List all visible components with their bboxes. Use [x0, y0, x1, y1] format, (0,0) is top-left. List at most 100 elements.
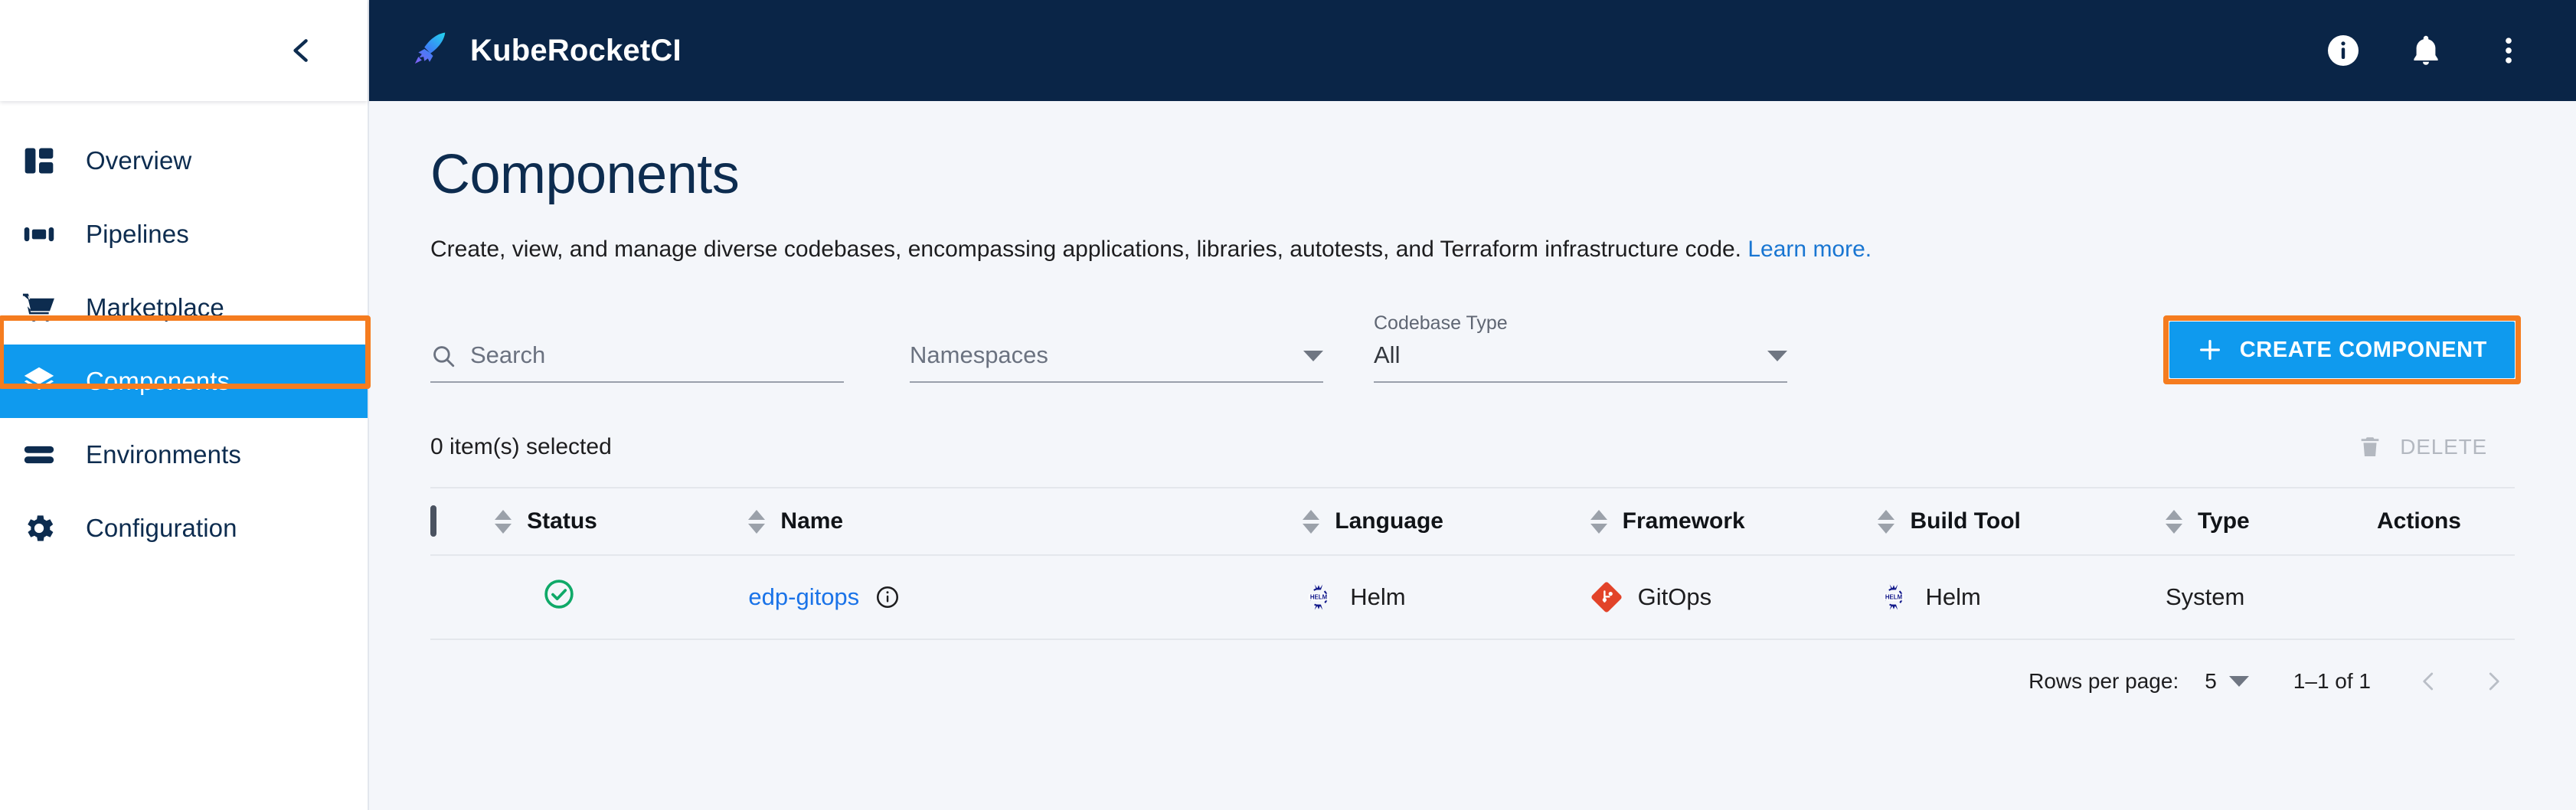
selected-count-label: 0 item(s) selected	[430, 434, 612, 459]
create-component-wrapper: CREATE COMPONENT	[2162, 315, 2521, 384]
header-label: Type	[2197, 508, 2250, 534]
chevron-down-icon	[1303, 351, 1323, 361]
header-actions: Actions	[2377, 488, 2515, 555]
sort-icon	[495, 509, 512, 534]
page-title: Components	[430, 144, 740, 205]
cart-icon	[21, 290, 57, 325]
info-outline-icon[interactable]	[874, 584, 901, 610]
chevron-left-icon	[293, 39, 308, 62]
select-all-header	[430, 488, 495, 555]
cell-name: edp-gitops	[748, 555, 1303, 640]
sidebar-item-label: Components	[86, 367, 230, 395]
cell-type: System	[2165, 555, 2377, 640]
sidebar-item-label: Overview	[86, 146, 192, 175]
plus-icon	[2199, 340, 2220, 360]
info-icon[interactable]	[2322, 29, 2365, 72]
chevron-down-icon	[1767, 351, 1787, 361]
top-bar: KubeRocketCI	[369, 0, 2576, 101]
svg-text:HELM: HELM	[1885, 594, 1903, 601]
namespaces-select[interactable]: Namespaces	[910, 341, 1323, 383]
table-row[interactable]: edp-gitops HELM Helm GitOps HELM Helm Sy…	[430, 555, 2515, 640]
layers-icon	[21, 364, 57, 399]
rows-per-page-select[interactable]: 5	[2205, 669, 2249, 694]
pagination-arrows	[2414, 666, 2509, 697]
sidebar-item-overview[interactable]: Overview	[0, 124, 368, 198]
sidebar-item-configuration[interactable]: Configuration	[0, 492, 368, 565]
sort-icon	[2165, 509, 2182, 534]
delete-button[interactable]: DELETE	[2357, 434, 2515, 460]
header-build-tool[interactable]: Build Tool	[1878, 488, 2165, 555]
header-language[interactable]: Language	[1303, 488, 1590, 555]
table-head: Status Name Language Framework Build Too…	[430, 488, 2515, 555]
build-tool-label: Helm	[1925, 583, 1981, 610]
filters-row: Search Namespaces Codebase Type All CREA…	[430, 309, 2521, 384]
select-all-checkbox[interactable]	[430, 505, 436, 537]
cell-build-tool: HELM Helm	[1878, 555, 2166, 640]
learn-more-link[interactable]: Learn more.	[1747, 237, 1872, 262]
search-input[interactable]: Search	[430, 341, 844, 383]
delete-label: DELETE	[2400, 435, 2487, 459]
sort-icon	[1590, 509, 1607, 534]
sidebar-item-label: Marketplace	[86, 293, 224, 322]
component-name-link[interactable]: edp-gitops	[748, 583, 859, 611]
rows-per-page-label: Rows per page:	[2028, 669, 2179, 693]
codebase-type-select[interactable]: Codebase Type All	[1374, 312, 1787, 383]
namespaces-value: Namespaces	[910, 341, 1048, 368]
sidebar-item-environments[interactable]: Environments	[0, 418, 368, 492]
cell-language: HELM Helm	[1303, 555, 1590, 640]
header-name[interactable]: Name	[748, 488, 1303, 555]
prev-page-button[interactable]	[2414, 666, 2444, 697]
check-circle-icon	[544, 580, 574, 609]
header-status[interactable]: Status	[495, 488, 748, 555]
header-label: Name	[780, 508, 844, 534]
pipelines-icon	[21, 217, 57, 252]
components-table: Status Name Language Framework Build Too…	[430, 487, 2515, 640]
sidebar-item-label: Environments	[86, 440, 241, 469]
sidebar-item-components[interactable]: Components	[0, 345, 368, 418]
helm-icon: HELM	[1309, 584, 1329, 610]
search-placeholder: Search	[470, 341, 546, 368]
pagination-range: 1–1 of 1	[2293, 669, 2371, 693]
topbar-actions	[2322, 29, 2541, 72]
create-component-label: CREATE COMPONENT	[2239, 337, 2487, 362]
sidebar-collapse-button[interactable]	[279, 28, 325, 73]
header-framework[interactable]: Framework	[1590, 488, 1878, 555]
main-area: KubeRocketCI Components Create, view, an…	[369, 0, 2576, 810]
selection-toolbar: 0 item(s) selected DELETE	[430, 424, 2515, 470]
brand[interactable]: KubeRocketCI	[409, 28, 682, 73]
header-type[interactable]: Type	[2165, 488, 2377, 555]
search-icon	[433, 346, 455, 367]
rocket-icon	[409, 28, 450, 73]
header-label: Language	[1335, 508, 1443, 534]
type-label: System	[2165, 583, 2245, 610]
chevron-left-icon	[2423, 672, 2434, 691]
sidebar-item-label: Configuration	[86, 514, 237, 542]
dashboard-icon	[21, 143, 57, 178]
cell-select	[430, 555, 495, 640]
chevron-down-icon	[2228, 676, 2249, 687]
svg-text:HELM: HELM	[1310, 594, 1328, 601]
gear-icon	[21, 511, 57, 546]
framework-label: GitOps	[1637, 583, 1712, 610]
page-content: Components Create, view, and manage dive…	[369, 101, 2576, 810]
sort-icon	[748, 509, 766, 534]
pagination: Rows per page: 5 1–1 of 1	[430, 640, 2515, 697]
more-vertical-icon[interactable]	[2487, 29, 2530, 72]
app-root: Overview Pipelines Marketplace Component…	[0, 0, 2576, 810]
brand-title: KubeRocketCI	[470, 33, 682, 67]
header-label: Framework	[1622, 508, 1745, 534]
sidebar-item-pipelines[interactable]: Pipelines	[0, 198, 368, 271]
bell-icon[interactable]	[2404, 29, 2447, 72]
table-header-row: Status Name Language Framework Build Too…	[430, 488, 2515, 555]
sidebar-item-marketplace[interactable]: Marketplace	[0, 271, 368, 345]
cell-framework: GitOps	[1590, 555, 1878, 640]
page-description-text: Create, view, and manage diverse codebas…	[430, 237, 1742, 262]
trash-icon	[2361, 437, 2379, 457]
create-component-button[interactable]: CREATE COMPONENT	[2169, 322, 2515, 378]
sidebar: Overview Pipelines Marketplace Component…	[0, 0, 371, 810]
next-page-button[interactable]	[2478, 666, 2509, 697]
sidebar-item-label: Pipelines	[86, 220, 189, 248]
sidebar-nav: Overview Pipelines Marketplace Component…	[0, 101, 368, 565]
stack-icon	[21, 437, 57, 472]
rows-per-page-value: 5	[2205, 669, 2217, 693]
